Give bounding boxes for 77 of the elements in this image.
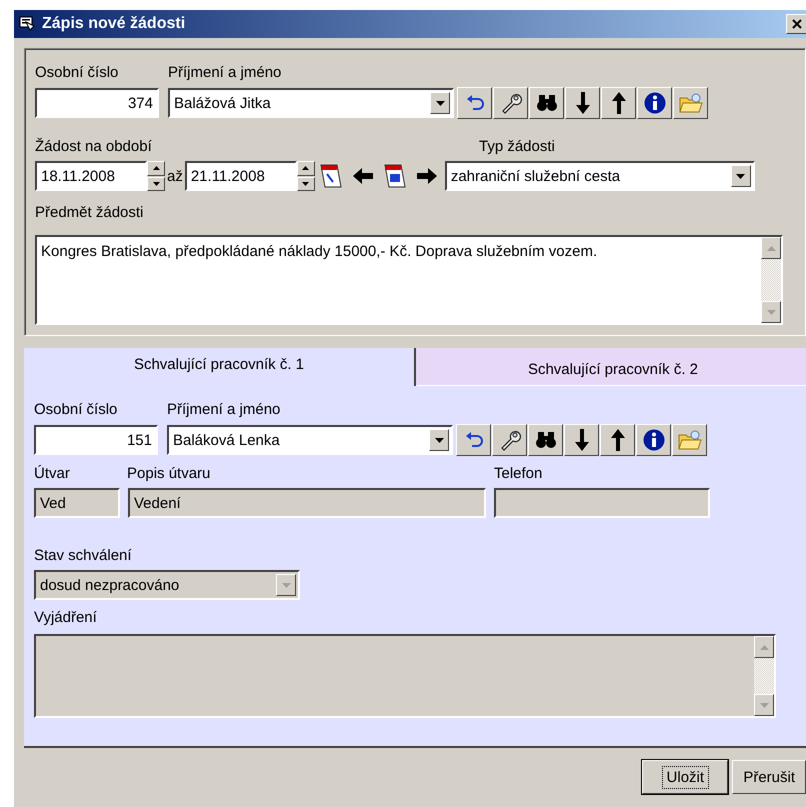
search-button[interactable] [528,424,563,456]
binoculars-icon [536,94,558,112]
field-label: Osobní číslo [35,64,120,80]
undo-button[interactable] [456,424,491,456]
info-button[interactable] [636,424,671,456]
move-down-button[interactable] [564,424,599,456]
field-label: Předmět žádosti [35,204,144,220]
field-label: Příjmení a jméno [168,64,282,80]
date-field[interactable]: 18.11.2008 [35,161,147,191]
undo-button[interactable] [457,87,492,119]
down-arrow-icon [576,92,590,114]
number-field[interactable]: 151 [34,425,158,455]
calendar-icon[interactable] [318,163,343,189]
dropdown-arrow-icon [736,174,746,178]
number-field[interactable]: 374 [35,88,159,118]
field-label: Vyjádření [34,608,97,626]
field-label: Osobní číslo [34,400,118,418]
left-arrow-icon[interactable] [352,168,373,184]
spin-down-icon [152,182,160,186]
request-type-dropdown[interactable]: zahraniční služební cesta [444,161,755,191]
folder-icon [678,429,702,451]
dropdown-arrow-icon [436,100,444,106]
tab[interactable]: Schvalující pracovník č. 1 [24,348,416,386]
tab[interactable]: Schvalující pracovník č. 2 [416,348,806,386]
move-up-button[interactable] [601,87,636,119]
undo-icon [464,432,484,448]
close-button[interactable] [786,14,806,34]
field-label: Útvar [34,464,71,482]
name-dropdown[interactable]: Balážová Jitka [168,88,454,118]
dialog-button[interactable]: Uložit [642,760,728,794]
field-label: Stav schválení [34,546,132,564]
dialog-button[interactable]: Přerušit [732,760,806,794]
down-arrow-icon [574,429,588,451]
dropdown-arrow-icon [282,582,290,588]
search-button[interactable] [529,87,564,119]
scroll-up-icon [760,644,768,650]
name-dropdown[interactable]: Baláková Lenka [167,425,453,455]
dropdown-button[interactable] [730,165,751,187]
move-up-button[interactable] [600,424,635,456]
move-down-button[interactable] [565,87,600,119]
info-icon [644,92,666,114]
up-arrow-icon [610,429,624,451]
right-arrow-icon[interactable] [416,168,437,184]
field-label: Příjmení a jméno [167,400,280,418]
scroll-down-icon [766,310,776,314]
date-field[interactable]: 21.11.2008 [184,161,297,191]
field-label: Typ žádosti [479,138,555,154]
dropdown-button[interactable] [429,429,449,451]
scroll-down-button[interactable] [761,301,781,323]
department-field: Ved [34,488,120,518]
calendar-icon[interactable] [382,163,407,189]
spin-down-icon [302,182,310,186]
field-label: Žádost na období [35,138,153,154]
spin-up-icon [302,166,310,170]
undo-icon [464,95,484,111]
info-icon [642,429,664,451]
scroll-up-icon [766,246,776,250]
subject-text-area[interactable]: Kongres Bratislava, předpokládané náklady 15000,- Kč. Doprava služebním vozem. [35,235,783,325]
folder-icon [678,92,702,114]
scroll-down-icon [760,702,768,708]
range-separator: až [167,168,183,184]
window-title: Zápis nové žádosti [42,15,186,33]
up-arrow-icon [612,92,626,114]
close-icon [792,19,802,29]
spin-up-icon [152,166,160,170]
spin-button[interactable] [147,161,165,191]
spin-button[interactable] [296,161,315,191]
field-label: Telefon [494,464,542,482]
department-description-field: Vedení [128,488,486,518]
info-button[interactable] [637,87,672,119]
open-folder-button[interactable] [673,87,708,119]
dropdown-arrow-icon [434,438,444,442]
binoculars-icon [534,431,556,449]
scroll-up-button[interactable] [761,237,781,259]
dropdown-button[interactable] [430,92,450,114]
open-folder-button[interactable] [672,424,707,456]
field-label: Popis útvaru [127,464,212,482]
